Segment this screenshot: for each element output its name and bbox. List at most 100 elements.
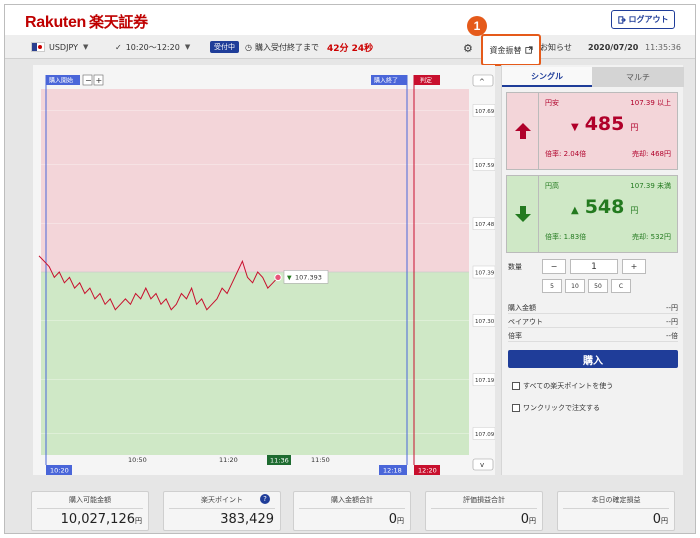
divider (299, 508, 405, 509)
order-panel: シングル マルチ 円安 107.39 以上 ▼ 485 円 倍率: 2.04倍 … (501, 65, 684, 475)
current-time-label: 11:36 (270, 457, 289, 465)
up-zone (41, 89, 469, 272)
session-label: 10:20〜12:20 (125, 42, 180, 52)
one-click-checkbox[interactable]: ワンクリックで注文する (512, 403, 600, 413)
high-quote-card[interactable]: 円安 107.39 以上 ▼ 485 円 倍率: 2.04倍 売却: 468円 (506, 92, 678, 170)
step-marker: 1 (467, 16, 487, 36)
quantity-presets: 5 10 50 C (542, 279, 631, 293)
current-rate-arrow-icon: ▼ (287, 275, 292, 282)
high-price: ▼ 485 円 (571, 113, 638, 135)
chart-panel: 107.69 107.59 107.48 107.39 107.30 107.19 107.… (33, 65, 496, 475)
summary-label: 評価損益合計 (463, 496, 505, 504)
scroll-down-label: v (480, 461, 484, 469)
y-tick-label: 107.30 (475, 319, 495, 325)
summary-unrealized-pl: 評価損益合計 0円 (425, 491, 543, 531)
multiplier-value: --倍 (665, 331, 678, 340)
arrow-down-icon (507, 176, 539, 252)
use-points-checkbox[interactable]: すべての楽天ポイントを使う (512, 381, 613, 391)
low-quote-card[interactable]: 円高 107.39 未満 ▲ 548 円 倍率: 1.83倍 売却: 532円 (506, 175, 678, 253)
checkbox-icon (512, 382, 520, 390)
quantity-input[interactable]: 1 (570, 259, 618, 274)
purchase-start-label: 購入開始 (49, 77, 73, 85)
us-jp-flag-icon (31, 42, 45, 52)
quantity-plus-button[interactable]: + (622, 259, 646, 274)
tab-single[interactable]: シングル (502, 67, 592, 87)
summary-rakuten-points: 楽天ポイント ? 383,429 (163, 491, 281, 531)
quantity-label: 数量 (508, 263, 522, 271)
buy-button[interactable]: 購入 (508, 350, 678, 368)
summary-available-funds: 購入可能金額 10,027,126円 (31, 491, 149, 531)
rakuten-logo[interactable]: Rakuten 楽天証券 (25, 11, 148, 32)
purchase-amount-value: --円 (665, 303, 678, 312)
tab-multi[interactable]: マルチ (592, 67, 684, 87)
logout-label: ログアウト (628, 15, 669, 24)
divider (37, 508, 143, 509)
summary-number: 0 (652, 512, 661, 527)
countdown-timer: 42分 24秒 (326, 43, 374, 54)
summary-value: 0円 (653, 512, 668, 527)
preset-5-button[interactable]: 5 (542, 279, 562, 293)
clock-icon: ◷ (245, 42, 252, 52)
app-frame: Rakuten 楽天証券 ログアウト USDJPY ▼ ✓ 10:20〜12:20… (4, 4, 696, 534)
status-area: 受付中 (210, 35, 239, 59)
high-multiplier: 倍率: 2.04倍 (545, 150, 587, 158)
summary-label: 本日の確定損益 (591, 496, 641, 504)
summary-unit: 円 (397, 517, 404, 525)
check-icon: ✓ (115, 42, 122, 52)
rate-chart: 107.69 107.59 107.48 107.39 107.30 107.19 107.… (38, 74, 496, 475)
high-price-value: 485 (584, 113, 625, 135)
checkbox-icon (512, 404, 520, 412)
preset-50-button[interactable]: 50 (588, 279, 608, 293)
clear-button[interactable]: C (611, 279, 631, 293)
summary-value: 10,027,126円 (61, 512, 142, 527)
preset-10-button[interactable]: 10 (565, 279, 585, 293)
chevron-down-icon: ▼ (184, 43, 191, 51)
x-tick-label: 10:50 (128, 456, 147, 464)
summary-unit: 円 (661, 517, 668, 525)
time-label: 11:35:36 (645, 42, 681, 52)
logout-button[interactable]: ログアウト (611, 10, 675, 29)
summary-number: 0 (520, 512, 529, 527)
divider (431, 508, 537, 509)
status-badge: 受付中 (210, 41, 239, 53)
fund-transfer-button[interactable]: 資金振替 (481, 34, 541, 66)
arrow-up-icon (507, 93, 539, 169)
notice-label: お知らせ (540, 42, 572, 52)
logout-icon (617, 15, 626, 24)
gear-icon[interactable]: ⚙ (463, 42, 473, 55)
y-tick-label: 107.48 (475, 222, 495, 228)
trade-toolbar: USDJPY ▼ ✓ 10:20〜12:20 ▼ 受付中 ◷ 購入受付終了まで … (5, 35, 695, 59)
high-label: 円安 (545, 99, 559, 107)
countdown-area: ◷ 購入受付終了まで 42分 24秒 (245, 35, 373, 59)
session-select[interactable]: ✓ 10:20〜12:20 ▼ (115, 35, 190, 59)
high-rate-condition: 107.39 以上 (630, 99, 671, 107)
low-return: 売却: 532円 (632, 233, 671, 241)
pair-select[interactable]: USDJPY ▼ (31, 35, 88, 59)
help-icon[interactable]: ? (260, 494, 270, 504)
payout-value: --円 (665, 317, 678, 326)
date-label: 2020/07/20 (588, 42, 639, 52)
summary-realized-pl: 本日の確定損益 0円 (557, 491, 675, 531)
summary-number: 10,027,126 (60, 512, 135, 527)
x-tick-label: 11:50 (311, 456, 330, 464)
low-multiplier: 倍率: 1.83倍 (545, 233, 587, 241)
summary-purchase-total: 購入金額合計 0円 (293, 491, 411, 531)
external-link-icon (524, 46, 533, 54)
y-tick-label: 107.39 (475, 271, 495, 277)
current-rate-dot (274, 273, 282, 282)
logo-jp: 楽天証券 (89, 14, 148, 31)
divider (169, 508, 275, 509)
summary-unit: 円 (135, 517, 142, 525)
notice-link[interactable]: お知らせ (540, 35, 572, 59)
x-tick-label: 11:20 (219, 456, 238, 464)
quantity-minus-button[interactable]: − (542, 259, 566, 274)
summary-value: 0円 (521, 512, 536, 527)
summary-label: 購入金額合計 (331, 496, 373, 504)
judgement-time-label: 12:20 (418, 467, 437, 475)
low-label: 円高 (545, 182, 559, 190)
header: Rakuten 楽天証券 ログアウト (5, 5, 695, 35)
time-display: 11:35:36 (645, 35, 681, 59)
summary-number: 383,429 (220, 512, 274, 527)
chevron-down-icon: ▼ (83, 43, 89, 51)
high-return: 売却: 468円 (632, 150, 671, 158)
